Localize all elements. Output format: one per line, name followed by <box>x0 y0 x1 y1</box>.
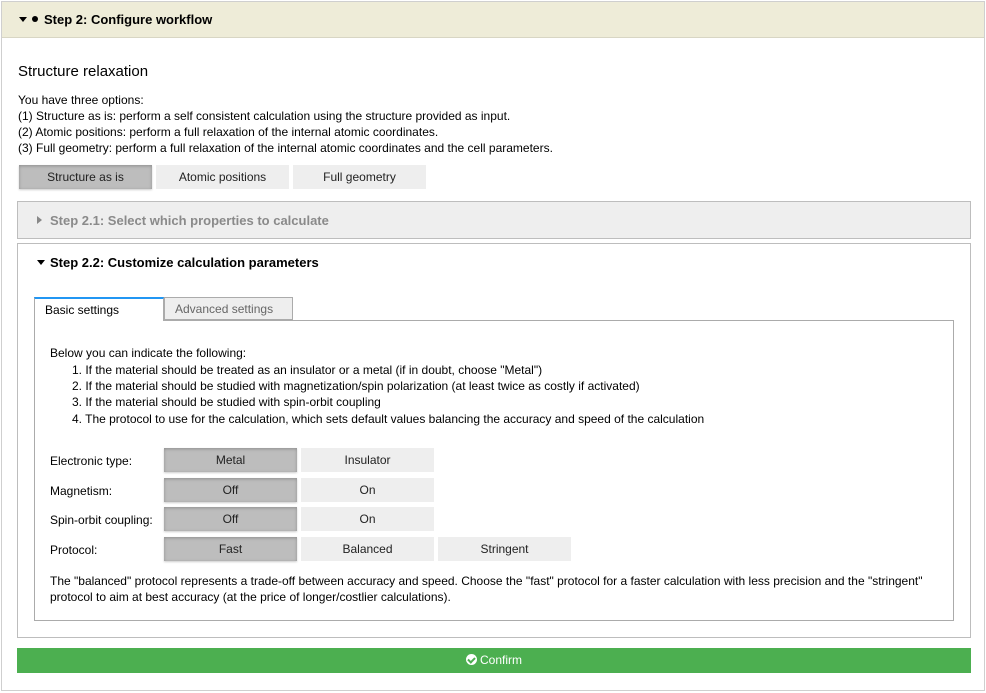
settings-list-item-4: 4. The protocol to use for the calculati… <box>72 412 705 426</box>
full-geometry-button[interactable]: Full geometry <box>293 165 426 189</box>
step21-accordion[interactable]: Step 2.1: Select which properties to cal… <box>17 201 971 239</box>
bullet-icon <box>32 16 38 22</box>
protocol-fast-button[interactable]: Fast <box>164 537 297 561</box>
spin-orbit-off-button[interactable]: Off <box>164 507 297 531</box>
electronic-type-insulator-button[interactable]: Insulator <box>301 448 434 472</box>
step2-header[interactable]: Step 2: Configure workflow <box>2 2 984 38</box>
spin-orbit-label: Spin-orbit coupling: <box>50 513 153 527</box>
step21-title: Step 2.1: Select which properties to cal… <box>50 213 329 228</box>
protocol-balanced-button[interactable]: Balanced <box>301 537 434 561</box>
structure-as-is-button[interactable]: Structure as is <box>19 165 152 189</box>
protocol-label: Protocol: <box>50 543 98 557</box>
electronic-type-metal-button[interactable]: Metal <box>164 448 297 472</box>
confirm-button[interactable]: Confirm <box>17 648 971 673</box>
tab-advanced-settings[interactable]: Advanced settings <box>164 297 293 320</box>
workflow-panel: Step 2: Configure workflow Structure rel… <box>1 1 985 691</box>
settings-list-item-2: 2. If the material should be studied wit… <box>72 379 640 393</box>
basic-settings-panel: Below you can indicate the following: 1.… <box>34 320 954 621</box>
caret-down-icon <box>19 17 27 22</box>
magnetism-on-button[interactable]: On <box>301 478 434 502</box>
confirm-label: Confirm <box>479 653 522 667</box>
relaxation-intro: You have three options: <box>18 93 144 107</box>
settings-intro: Below you can indicate the following: <box>50 346 247 360</box>
relaxation-title: Structure relaxation <box>18 63 149 80</box>
spin-orbit-on-button[interactable]: On <box>301 507 434 531</box>
relaxation-option-2: (2) Atomic positions: perform a full rel… <box>18 125 439 139</box>
electronic-type-label: Electronic type: <box>50 454 133 468</box>
settings-list-item-1: 1. If the material should be treated as … <box>72 363 543 377</box>
protocol-stringent-button[interactable]: Stringent <box>438 537 571 561</box>
step2-title: Step 2: Configure workflow <box>44 12 213 27</box>
atomic-positions-button[interactable]: Atomic positions <box>156 165 289 189</box>
relaxation-option-1: (1) Structure as is: perform a self cons… <box>18 109 511 123</box>
magnetism-off-button[interactable]: Off <box>164 478 297 502</box>
magnetism-label: Magnetism: <box>50 484 113 498</box>
caret-down-icon[interactable] <box>37 260 45 265</box>
settings-list-item-3: 3. If the material should be studied wit… <box>72 395 381 409</box>
step22-title[interactable]: Step 2.2: Customize calculation paramete… <box>50 255 319 270</box>
protocol-note-line-2: protocol to aim at best accuracy (at the… <box>50 590 451 604</box>
protocol-note-line-1: The "balanced" protocol represents a tra… <box>50 574 923 588</box>
caret-right-icon <box>37 216 42 224</box>
relaxation-option-3: (3) Full geometry: perform a full relaxa… <box>18 141 553 155</box>
tab-basic-settings[interactable]: Basic settings <box>34 297 164 321</box>
step22-accordion: Step 2.2: Customize calculation paramete… <box>17 243 971 638</box>
check-circle-icon <box>465 654 477 665</box>
